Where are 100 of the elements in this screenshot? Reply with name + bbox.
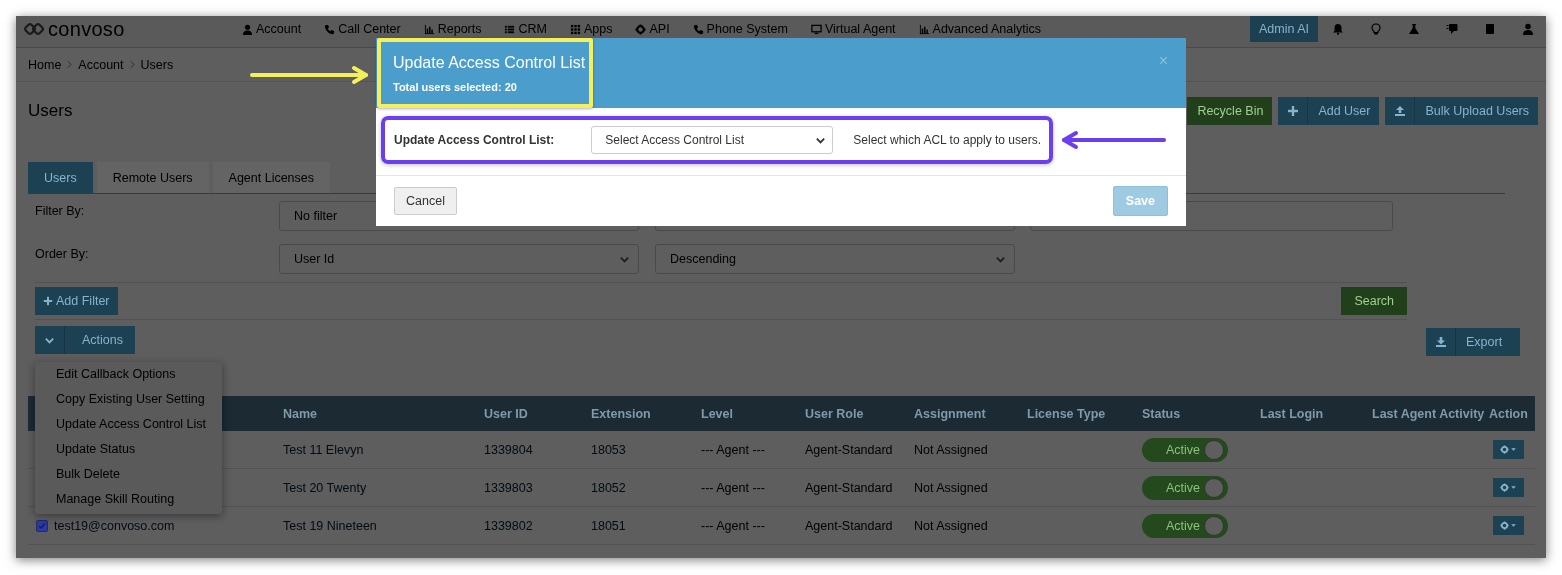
- bar-chart-icon: [918, 23, 930, 35]
- breadcrumb-link[interactable]: Account: [78, 57, 124, 72]
- menu-item[interactable]: Edit Callback Options: [35, 362, 222, 387]
- phone-icon: [324, 23, 336, 35]
- page-action-button[interactable]: Recycle Bin: [1187, 97, 1273, 125]
- page-action-button[interactable]: Add User: [1278, 97, 1380, 125]
- nav-link[interactable]: Phone System: [692, 22, 788, 36]
- menu-item[interactable]: Update Status: [35, 437, 222, 462]
- row-settings-button[interactable]: [1493, 440, 1524, 459]
- assignment-cell-text: Not Assigned: [914, 480, 989, 495]
- nav-link[interactable]: Call Center: [324, 22, 401, 36]
- caret-icon: [1510, 446, 1517, 453]
- user-name-link[interactable]: Test 11 Elevyn: [283, 442, 484, 457]
- menu-item[interactable]: Bulk Delete: [35, 462, 222, 487]
- order-field-select[interactable]: User Id: [279, 244, 639, 274]
- nav-link[interactable]: Account: [242, 22, 302, 36]
- cancel-button[interactable]: Cancel: [394, 187, 457, 215]
- user-role-cell-text: Agent-Standard: [805, 442, 894, 457]
- extension-link[interactable]: 18052: [591, 480, 701, 495]
- admin-ai-button[interactable]: Admin AI: [1249, 16, 1318, 42]
- column-header: Action: [1489, 406, 1529, 421]
- tab[interactable]: Remote Users: [96, 162, 209, 193]
- gear-icon: [1500, 483, 1509, 492]
- menu-item[interactable]: Update Access Control List: [35, 412, 222, 437]
- user-icon: [242, 23, 253, 35]
- column-header: Extension: [591, 406, 652, 421]
- row-settings-button[interactable]: [1493, 516, 1524, 535]
- modal-subtitle: Total users selected: 20: [393, 81, 518, 93]
- tab[interactable]: Agent Licenses: [212, 162, 331, 193]
- tab[interactable]: Users: [28, 162, 93, 193]
- plus-icon: [43, 296, 53, 306]
- user-id-link[interactable]: 1339802: [484, 518, 591, 533]
- column-header: User Role: [805, 406, 865, 421]
- order-direction-select[interactable]: Descending: [655, 244, 1015, 274]
- phone-icon: [692, 23, 704, 35]
- bell-icon: [1332, 23, 1344, 35]
- nav-link[interactable]: Reports: [423, 22, 482, 36]
- row-checkbox[interactable]: [36, 519, 48, 532]
- column-header: Status: [1142, 406, 1182, 421]
- lightbulb-icon: [1370, 23, 1382, 35]
- caret-icon: [1510, 484, 1517, 491]
- breadcrumb-link[interactable]: Users: [140, 57, 174, 72]
- field-label: Update Access Control List:: [394, 133, 556, 147]
- bar-chart-icon: [423, 23, 435, 35]
- flask-icon: [1408, 23, 1420, 35]
- document-icon: [1484, 23, 1496, 35]
- menu-item[interactable]: Copy Existing User Setting: [35, 387, 222, 412]
- add-filter-button[interactable]: Add Filter: [35, 287, 118, 315]
- user-id-link[interactable]: 1339803: [484, 480, 591, 495]
- search-button[interactable]: Search: [1341, 287, 1407, 315]
- plus-icon: [1286, 105, 1299, 117]
- user-role-cell-text: Agent-Standard: [805, 480, 894, 495]
- nav-link[interactable]: Virtual Agent: [810, 22, 896, 36]
- nav-link[interactable]: CRM: [504, 22, 547, 36]
- menu-item[interactable]: Manage Skill Routing: [35, 487, 222, 512]
- modal-title: Update Access Control List: [393, 54, 587, 72]
- user-role-cell-text: Agent-Standard: [805, 518, 894, 533]
- status-toggle[interactable]: Active: [1142, 437, 1228, 462]
- user-name-link[interactable]: Test 19 Nineteen: [283, 518, 484, 533]
- row-settings-button[interactable]: [1493, 478, 1524, 497]
- chat-icon: [1446, 23, 1458, 35]
- nav-link[interactable]: Advanced Analytics: [918, 22, 1041, 36]
- page-action-button[interactable]: Bulk Upload Users: [1385, 97, 1538, 125]
- help-text: Select which ACL to apply to users.: [853, 133, 1041, 147]
- gear-icon: [1500, 521, 1509, 530]
- user-id-link[interactable]: 1339804: [484, 442, 591, 457]
- export-button[interactable]: Export: [1426, 328, 1520, 356]
- chevron-right-icon: [65, 60, 75, 69]
- level-cell-text: --- Agent ---: [701, 480, 766, 495]
- page-title: Users: [28, 101, 74, 121]
- actions-button[interactable]: Actions: [35, 326, 135, 354]
- extension-link[interactable]: 18051: [591, 518, 701, 533]
- field-label: Order By:: [34, 246, 90, 261]
- nav-link[interactable]: API: [635, 22, 670, 36]
- user-icon: [1522, 23, 1534, 35]
- assignment-cell-text: Not Assigned: [914, 442, 989, 457]
- column-header: Assignment: [914, 406, 987, 421]
- status-toggle[interactable]: Active: [1142, 475, 1228, 500]
- acl-select[interactable]: Select Access Control List: [591, 126, 834, 154]
- column-header: Name: [283, 406, 319, 421]
- level-cell-text: --- Agent ---: [701, 518, 766, 533]
- extension-link[interactable]: 18053: [591, 442, 701, 457]
- logo-text: convoso: [48, 17, 125, 41]
- list-icon: [504, 23, 516, 35]
- email-link[interactable]: test19@convoso.com: [54, 518, 175, 533]
- grid-icon: [569, 23, 581, 35]
- status-toggle[interactable]: Active: [1142, 513, 1228, 538]
- gear-icon: [635, 23, 647, 35]
- field-label: Filter By:: [34, 203, 86, 218]
- caret-icon: [1510, 522, 1517, 529]
- column-header: User ID: [484, 406, 529, 421]
- assignment-cell-text: Not Assigned: [914, 518, 989, 533]
- level-cell-text: --- Agent ---: [701, 442, 766, 457]
- nav-link[interactable]: Apps: [569, 22, 613, 36]
- user-name-link[interactable]: Test 20 Twenty: [283, 480, 484, 495]
- breadcrumb-link[interactable]: Home: [28, 57, 62, 72]
- monitor-icon: [810, 23, 822, 35]
- column-header: License Type: [1027, 406, 1107, 421]
- gear-icon: [1500, 445, 1509, 454]
- download-icon: [1434, 336, 1447, 348]
